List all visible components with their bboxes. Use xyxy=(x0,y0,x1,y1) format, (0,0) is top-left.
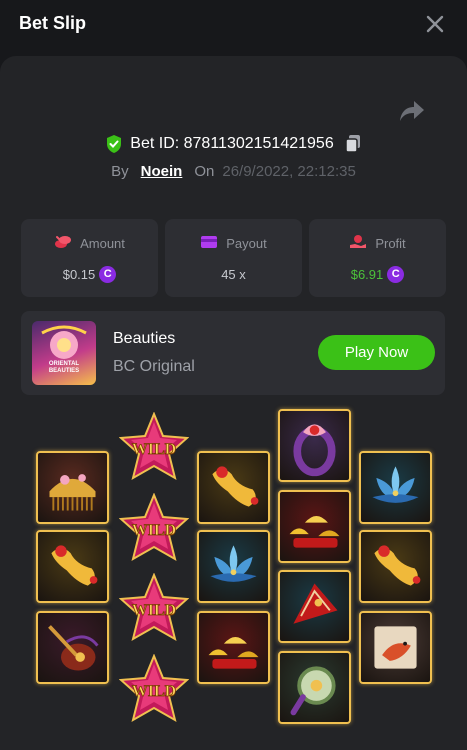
bet-id-text: Bet ID: 87811302151421956 xyxy=(130,135,334,152)
wild-symbol: WILD xyxy=(118,572,190,643)
coin-icon: C xyxy=(99,265,117,283)
koi-scroll-symbol xyxy=(359,611,432,684)
gold-ingots-symbol xyxy=(197,611,270,684)
game-thumbnail[interactable]: ORIENTAL BEAUTIES xyxy=(32,321,96,385)
game-name: Beauties xyxy=(113,330,176,347)
jade-hairpin-symbol xyxy=(36,530,109,603)
svg-text:WILD: WILD xyxy=(132,602,176,619)
bet-id-row: Bet ID: 87811302151421956 xyxy=(0,131,467,157)
wild-symbol: WILD xyxy=(118,492,190,563)
bet-slip-title: Bet Slip xyxy=(19,13,87,33)
red-fan-symbol xyxy=(278,570,351,643)
amount-stat-card: Amount $0.15 C xyxy=(21,219,158,297)
wild-symbol: WILD xyxy=(118,653,190,724)
gold-ingots-symbol xyxy=(278,490,351,563)
profit-label: Profit xyxy=(375,235,406,251)
svg-text:WILD: WILD xyxy=(132,683,176,700)
bet-author-row: By Noein On 26/9/2022, 22:12:35 xyxy=(0,159,467,183)
thumbnail-title: ORIENTAL BEAUTIES xyxy=(48,361,80,374)
pipa-symbol xyxy=(36,611,109,684)
payout-stat-card: Payout 45 x xyxy=(165,219,302,297)
svg-text:WILD: WILD xyxy=(132,522,176,539)
hand-coin-icon xyxy=(349,234,367,253)
mirror-symbol xyxy=(278,651,351,724)
on-label: On xyxy=(194,162,215,180)
payout-value: 45 x xyxy=(221,266,246,282)
jade-ring-symbol xyxy=(278,409,351,482)
play-now-button[interactable]: Play Now xyxy=(318,335,435,370)
copy-icon[interactable] xyxy=(344,134,362,154)
comb-symbol xyxy=(36,451,109,524)
wild-symbol: WILD xyxy=(118,411,190,482)
verified-shield-icon xyxy=(105,134,123,154)
jade-hairpin-symbol xyxy=(197,451,270,524)
amount-value: $0.15 xyxy=(62,266,96,282)
bet-slip-header: Bet Slip xyxy=(0,0,467,48)
profit-stat-card: Profit $6.91 C xyxy=(309,219,446,297)
coin-icon: C xyxy=(387,265,405,283)
username-link[interactable]: Noein xyxy=(141,163,183,180)
amount-label: Amount xyxy=(80,235,125,251)
card-icon xyxy=(200,235,218,252)
lotus-symbol xyxy=(197,530,270,603)
share-icon[interactable] xyxy=(398,98,426,124)
by-label: By xyxy=(111,162,129,180)
bet-timestamp: 26/9/2022, 22:12:35 xyxy=(222,162,356,180)
jade-hairpin-symbol xyxy=(359,530,432,603)
game-card: ORIENTAL BEAUTIES Beauties BC Original P… xyxy=(21,311,445,395)
close-icon[interactable] xyxy=(424,13,446,35)
profit-value: $6.91 xyxy=(350,266,384,282)
lotus-symbol xyxy=(359,451,432,524)
coins-icon xyxy=(54,234,72,253)
payout-label: Payout xyxy=(226,235,267,251)
game-provider: BC Original xyxy=(113,358,195,375)
svg-text:WILD: WILD xyxy=(132,441,176,458)
